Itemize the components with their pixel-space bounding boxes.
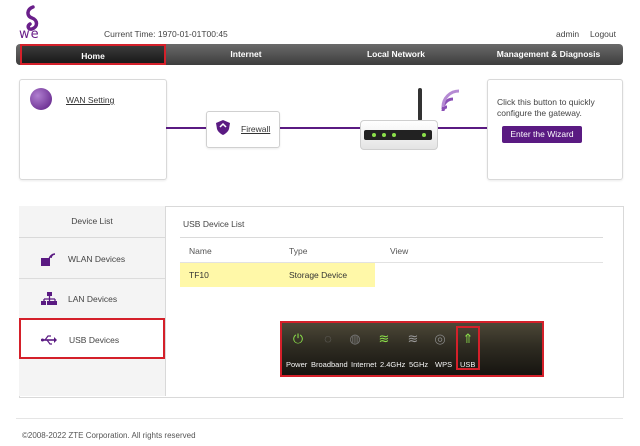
enter-wizard-button[interactable]: Enter the Wizard <box>502 126 582 143</box>
lan-icon <box>41 292 57 305</box>
sidebar-item-lan[interactable]: LAN Devices <box>19 278 165 319</box>
sidebar-item-usb[interactable]: USB Devices <box>19 318 165 359</box>
sidebar-item-label: LAN Devices <box>68 294 118 304</box>
usb-list-title: USB Device List <box>183 219 245 229</box>
divider <box>180 237 603 238</box>
sidebar-item-label: WLAN Devices <box>68 254 126 264</box>
footer-divider <box>16 418 623 419</box>
column-header-type: Type <box>289 246 308 256</box>
shield-icon <box>216 120 230 135</box>
current-time: Current Time: 1970-01-01T00:45 <box>104 29 228 39</box>
column-header-name: Name <box>189 246 212 256</box>
signal-waves-icon <box>441 89 460 112</box>
nav-home[interactable]: Home <box>20 44 166 65</box>
connector-line <box>436 127 487 129</box>
logout-link[interactable]: Logout <box>590 29 616 39</box>
led-label-5ghz: 5GHz <box>409 360 429 369</box>
globe-icon <box>30 88 52 110</box>
connector-line <box>166 127 206 129</box>
router-antenna <box>418 88 422 121</box>
usb-device-type: Storage Device <box>289 270 348 280</box>
sidebar-item-label: USB Devices <box>69 335 120 345</box>
power-icon: ⏻ <box>292 331 304 346</box>
wifi-5-icon: ≋ <box>407 331 419 346</box>
main-nav: Home Internet Local Network Management &… <box>16 44 623 65</box>
wizard-description: Click this button to quickly configure t… <box>497 97 595 118</box>
column-header-view: View <box>390 246 409 256</box>
divider <box>180 262 603 263</box>
broadband-icon: ◌ <box>324 331 332 346</box>
nav-internet[interactable]: Internet <box>176 44 316 65</box>
brand-logo-text: we <box>19 27 40 42</box>
wifi-24-icon: ≋ <box>378 331 390 346</box>
device-list-title: Device List <box>19 206 165 238</box>
copyright: ©2008-2022 ZTE Corporation. All rights r… <box>22 431 196 440</box>
led-label-internet: Internet <box>351 360 377 369</box>
firewall-link[interactable]: Firewall <box>241 124 270 134</box>
connector-line <box>278 127 360 129</box>
led-label-wps: WPS <box>435 360 453 369</box>
admin-user[interactable]: admin <box>556 29 579 39</box>
nav-local-network[interactable]: Local Network <box>326 44 466 65</box>
led-label-power: Power <box>286 360 308 369</box>
wlan-icon <box>41 253 56 266</box>
wan-setting-link[interactable]: WAN Setting <box>66 95 114 105</box>
led-label-24ghz: 2.4GHz <box>380 360 406 369</box>
router-led-bar <box>364 130 432 140</box>
usb-device-name: TF10 <box>189 270 209 280</box>
wps-icon: ◎ <box>434 331 446 346</box>
led-label-broadband: Broadband <box>311 360 348 369</box>
internet-icon: ◍ <box>349 331 361 346</box>
led-label-usb: USB <box>460 360 476 369</box>
sidebar-item-wlan[interactable]: WLAN Devices <box>19 238 165 279</box>
nav-management-diagnosis[interactable]: Management & Diagnosis <box>476 44 621 65</box>
usb-icon <box>41 335 57 345</box>
